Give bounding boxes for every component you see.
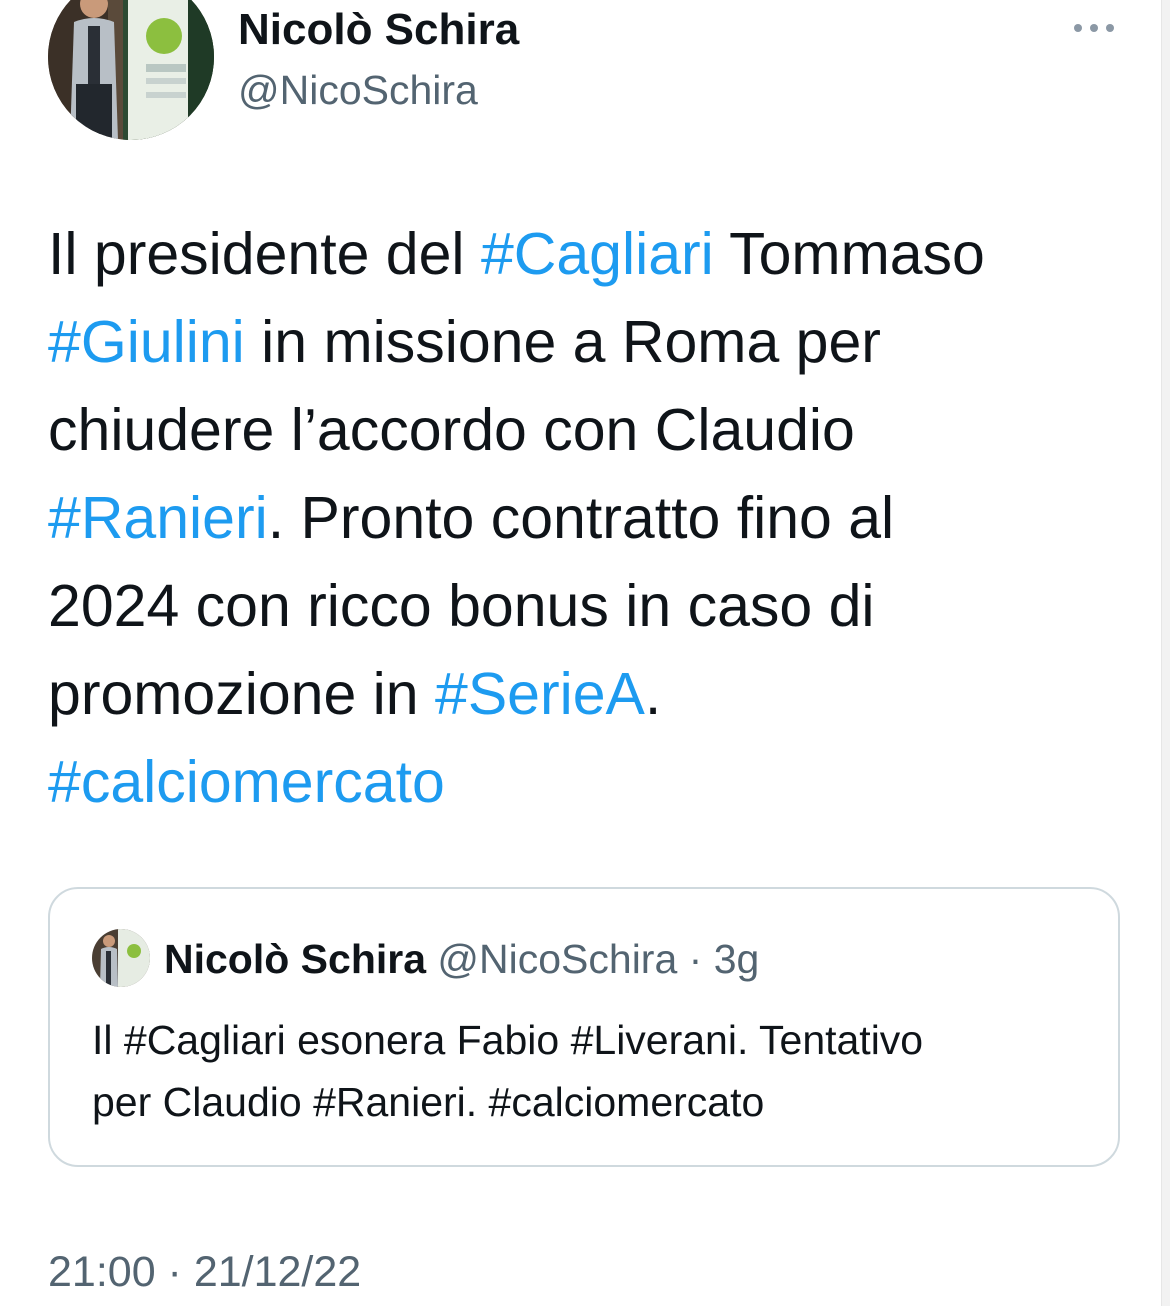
tweet-text-line: Il presidente del #Cagliari Tommaso [48,210,1138,298]
tweet-text-segment: in missione a Roma per [244,309,881,375]
tweet-text-segment: . [644,661,662,727]
tweet-text-segment: chiudere l’accordo con Claudio [48,397,855,463]
tweet-text-line: #calciomercato [48,738,1138,826]
tweet-text: Il presidente del #Cagliari Tommaso #Giul… [48,210,1138,826]
quoted-author-name: Nicolò Schira [164,936,427,982]
quoted-tweet-header: Nicolò Schira @NicoSchira · 3g [164,935,759,983]
quoted-author-avatar [92,929,150,987]
tweet-text-line: chiudere l’accordo con Claudio [48,386,1138,474]
hashtag-link[interactable]: #calciomercato [48,749,445,815]
quoted-tweet-card[interactable]: Nicolò Schira @NicoSchira · 3g Il #Cagli… [48,887,1120,1167]
tweet-text-segment: . Pronto contratto fino al [267,485,895,551]
hashtag-link[interactable]: #SerieA [435,661,645,727]
quoted-tweet-line: Il #Cagliari esonera Fabio #Liverani. Te… [92,1017,924,1063]
tweet-text-segment: 2024 con ricco bonus in caso di [48,573,875,639]
tweet-text-line: 2024 con ricco bonus in caso di [48,562,1138,650]
avatar-photo [48,0,214,140]
tweet-text-line: #Ranieri. Pronto contratto fino al [48,474,1138,562]
more-horizontal-icon[interactable] [1070,16,1118,40]
hashtag-link[interactable]: #Giulini [48,309,245,375]
tweet-text-segment: Tommaso [713,221,985,287]
tweet-text-segment: Il presidente del [48,221,481,287]
hashtag-link[interactable]: #Cagliari [481,221,714,287]
hashtag-link[interactable]: #Ranieri [48,485,268,551]
quoted-tweet-line: per Claudio #Ranieri. #calciomercato [92,1079,765,1125]
quoted-author-meta: @NicoSchira · 3g [426,936,760,982]
author-display-name[interactable]: Nicolò Schira [238,6,519,54]
tweet-text-segment: promozione in [48,661,435,727]
tweet-text-line: #Giulini in missione a Roma per [48,298,1138,386]
tweet-timestamp[interactable]: 21:00 · 21/12/22 [48,1244,361,1300]
scrollbar-edge [1161,0,1170,1306]
quoted-tweet-text: Il #Cagliari esonera Fabio #Liverani. Te… [92,1009,1102,1133]
tweet-text-line: promozione in #SerieA. [48,650,1138,738]
author-handle[interactable]: @NicoSchira [238,66,478,114]
author-avatar[interactable] [48,0,214,140]
